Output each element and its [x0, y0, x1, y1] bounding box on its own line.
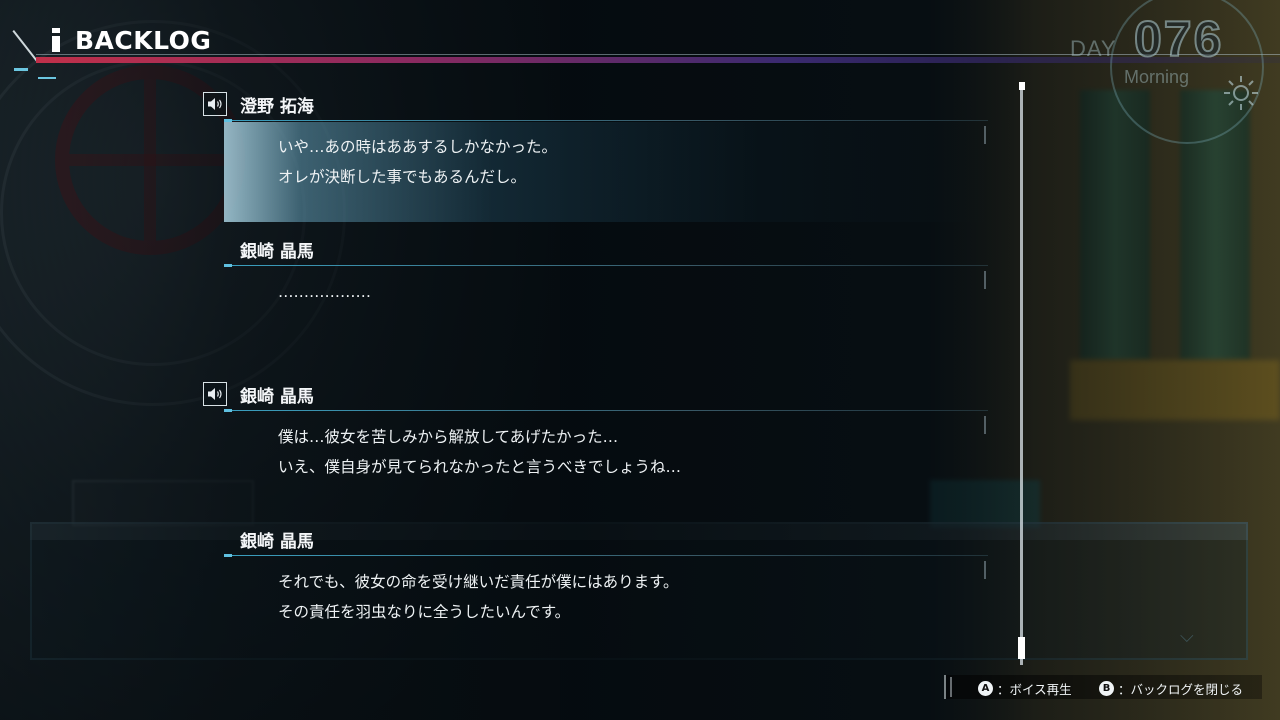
entry-end-tick — [984, 416, 986, 434]
speaker-name: 銀崎 晶馬 — [240, 532, 314, 552]
speaker-rule — [224, 265, 988, 266]
hint-close-backlog-label: ：バックログを閉じる — [1118, 682, 1244, 697]
a-button-icon: A — [978, 681, 993, 696]
speaker-name: 銀崎 晶馬 — [240, 387, 314, 407]
backlog-scrollbar[interactable] — [1020, 83, 1023, 665]
dialogue-line: ……………… — [278, 283, 371, 301]
dialogue-text: いや…あの時はああするしかなかった。 オレが決断した事でもあるんだし。 — [278, 132, 557, 192]
dialogue-line: オレが決断した事でもあるんだし。 — [278, 168, 527, 186]
dialogue-line: それでも、彼女の命を受け継いだ責任が僕にはあります。 — [278, 573, 679, 591]
hint-voice-replay: A ：ボイス再生 — [978, 679, 1072, 698]
sun-icon — [1224, 76, 1258, 110]
header-decoration — [38, 77, 56, 79]
entry-end-tick — [984, 561, 986, 579]
speaker-name: 銀崎 晶馬 — [240, 242, 314, 262]
speaker-rule-tick — [224, 264, 232, 267]
log-entry[interactable]: 澄野 拓海 いや…あの時はああするしかなかった。 オレが決断した事でもあるんだし… — [200, 92, 990, 232]
speaker-rule-tick — [224, 119, 232, 122]
hint-close-backlog: B ：バックログを閉じる — [1099, 679, 1243, 698]
dialogue-text: ……………… — [278, 277, 371, 307]
voice-replay-button[interactable] — [203, 92, 227, 116]
day-number: 076 — [1133, 10, 1224, 68]
hint-voice-replay-label: ：ボイス再生 — [997, 682, 1072, 697]
dialogue-line: いや…あの時はああするしかなかった。 — [278, 138, 558, 156]
speaker-rule-tick — [224, 554, 232, 557]
log-entry[interactable]: 銀崎 晶馬 僕は…彼女を苦しみから解放してあげたかった… いえ、僕自身が見てられ… — [200, 382, 990, 522]
log-entry[interactable]: 銀崎 晶馬 ……………… — [200, 237, 990, 377]
dialogue-text: 僕は…彼女を苦しみから解放してあげたかった… いえ、僕自身が見てられなかったと言… — [278, 422, 681, 482]
speaker-icon — [208, 98, 222, 110]
log-entry[interactable]: 銀崎 晶馬 それでも、彼女の命を受け継いだ責任が僕にはあります。 その責任を羽虫… — [200, 527, 990, 667]
speaker-rule — [224, 120, 988, 121]
dialogue-line: その責任を羽虫なりに全うしたいんです。 — [278, 603, 571, 621]
page-title: BACKLOG — [75, 26, 212, 55]
speaker-icon — [208, 388, 222, 400]
entry-end-tick — [984, 126, 986, 144]
dialogue-text: それでも、彼女の命を受け継いだ責任が僕にはあります。 その責任を羽虫なりに全うし… — [278, 567, 679, 627]
dialogue-line: いえ、僕自身が見てられなかったと言うべきでしょうね… — [278, 458, 682, 476]
speaker-rule — [224, 555, 988, 556]
entry-end-tick — [984, 271, 986, 289]
info-icon — [50, 28, 64, 52]
control-hints-separator — [950, 677, 952, 697]
b-button-icon: B — [1099, 681, 1114, 696]
speaker-rule-tick — [224, 409, 232, 412]
day-label: DAY — [1070, 36, 1117, 61]
day-period: Morning — [1124, 67, 1190, 87]
speaker-rule — [224, 410, 988, 411]
dialogue-line: 僕は…彼女を苦しみから解放してあげたかった… — [278, 428, 619, 446]
scrollbar-thumb[interactable] — [1018, 637, 1025, 659]
speaker-name: 澄野 拓海 — [240, 97, 314, 117]
scrollbar-cap — [1019, 82, 1025, 90]
header-decoration — [14, 68, 28, 71]
voice-replay-button[interactable] — [203, 382, 227, 406]
